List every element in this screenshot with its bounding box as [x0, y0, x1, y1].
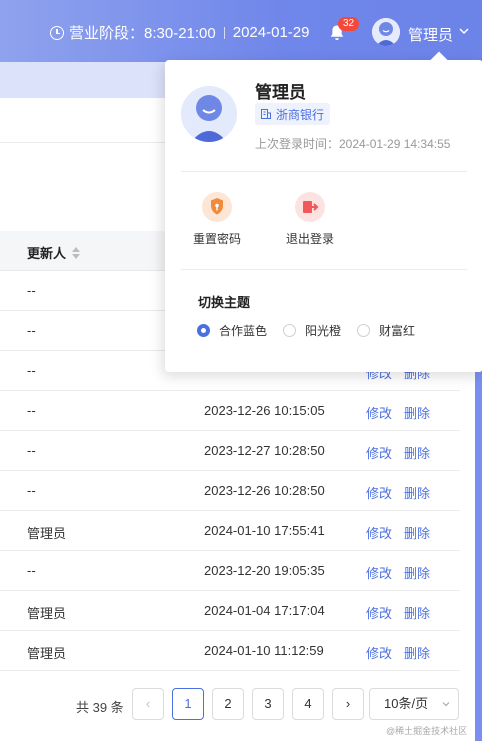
logout-icon [295, 192, 325, 222]
theme-option-label: 合作蓝色 [219, 324, 268, 338]
divider [181, 171, 467, 172]
radio-unchecked[interactable] [357, 324, 371, 337]
updater-cell: -- [27, 443, 36, 458]
column-updater[interactable]: 更新人 [27, 243, 81, 262]
edit-link[interactable]: 修改 [366, 443, 392, 462]
page-button-3[interactable]: 3 [252, 688, 284, 720]
theme-option-label: 阳光橙 [305, 324, 342, 338]
delete-link[interactable]: 删除 [404, 603, 430, 622]
theme-option-red[interactable]: 财富红 [357, 322, 415, 339]
page-button-4[interactable]: 4 [292, 688, 324, 720]
top-header: 营业阶段：8:30-21:00 2024-01-29 32 管理员 [0, 0, 482, 62]
divider [223, 26, 225, 39]
next-page-button[interactable]: › [332, 688, 364, 720]
edit-link[interactable]: 修改 [366, 483, 392, 502]
radio-checked[interactable] [197, 324, 210, 337]
dropdown-user-name: 管理员 [255, 83, 306, 102]
current-date: 2024-01-29 [232, 24, 310, 41]
delete-link[interactable]: 删除 [404, 483, 430, 502]
theme-option-orange[interactable]: 阳光橙 [283, 322, 341, 339]
update-time-cell: 2023-12-27 10:28:50 [204, 443, 325, 458]
logout-label: 退出登录 [285, 232, 334, 246]
prev-page-button[interactable]: ‹ [132, 688, 164, 720]
delete-link[interactable]: 删除 [404, 523, 430, 542]
updater-cell: 管理员 [27, 526, 67, 541]
sort-icon[interactable] [72, 246, 81, 260]
building-icon [261, 109, 271, 119]
page-size-value: 10条/页 [384, 696, 429, 711]
business-hours-label: 营业阶段：8:30-21:00 [69, 25, 216, 42]
theme-section-title: 切换主题 [198, 295, 251, 310]
chevron-down-icon[interactable] [459, 26, 469, 36]
clock-icon [50, 25, 64, 40]
update-time-cell: 2024-01-10 11:12:59 [204, 643, 324, 658]
watermark: @稀土掘金技术社区 [386, 726, 468, 736]
updater-cell: -- [27, 403, 36, 418]
table-row: -- 2023-12-27 10:28:50 修改 删除 [0, 431, 460, 471]
logout-button[interactable]: 退出登录 [280, 192, 340, 247]
page-size-select[interactable]: 10条/页 [369, 688, 459, 720]
radio-unchecked[interactable] [283, 324, 297, 337]
theme-option-blue[interactable]: 合作蓝色 [197, 322, 267, 339]
chevron-down-icon [442, 702, 450, 707]
edit-link[interactable]: 修改 [366, 643, 392, 662]
divider [181, 269, 467, 270]
edit-link[interactable]: 修改 [366, 603, 392, 622]
delete-link[interactable]: 删除 [404, 643, 430, 662]
updater-cell: 管理员 [27, 606, 67, 621]
table-row: -- 2023-12-26 10:15:05 修改 删除 [0, 391, 460, 431]
update-time-cell: 2023-12-26 10:15:05 [204, 403, 325, 418]
updater-cell: -- [27, 483, 36, 498]
updater-cell: -- [27, 323, 36, 338]
user-dropdown: 管理员 浙商银行 上次登录时间：2024-01-29 14:34:55 重置密码 [165, 51, 482, 372]
avatar [181, 86, 237, 142]
table-row: 管理员 2024-01-10 17:55:41 修改 删除 [0, 511, 460, 551]
avatar[interactable] [372, 18, 400, 46]
update-time-cell: 2024-01-10 17:55:41 [204, 523, 325, 538]
business-hours: 营业阶段：8:30-21:00 2024-01-29 [50, 22, 309, 43]
page-button-1[interactable]: 1 [172, 688, 204, 720]
notification-badge: 32 [338, 17, 360, 31]
shield-key-icon [202, 192, 232, 222]
pagination-total: 共 39 条 [76, 700, 124, 715]
table-row: -- 2023-12-26 10:28:50 修改 删除 [0, 471, 460, 511]
org-name: 浙商银行 [276, 107, 325, 122]
table-row: 管理员 2024-01-10 11:12:59 修改 删除 [0, 631, 460, 671]
last-login-time: 上次登录时间：2024-01-29 14:34:55 [255, 137, 451, 151]
table-row: -- 2023-12-20 19:05:35 修改 删除 [0, 551, 460, 591]
update-time-cell: 2023-12-26 10:28:50 [204, 483, 325, 498]
updater-cell: -- [27, 363, 36, 378]
edit-link[interactable]: 修改 [366, 523, 392, 542]
user-name[interactable]: 管理员 [408, 24, 453, 45]
updater-cell: 管理员 [27, 646, 67, 661]
update-time-cell: 2023-12-20 19:05:35 [204, 563, 325, 578]
updater-cell: -- [27, 283, 36, 298]
reset-password-button[interactable]: 重置密码 [187, 192, 247, 247]
edit-link[interactable]: 修改 [366, 563, 392, 582]
table-row: 管理员 2024-01-04 17:17:04 修改 删除 [0, 591, 460, 631]
updater-cell: -- [27, 563, 36, 578]
delete-link[interactable]: 删除 [404, 563, 430, 582]
avatar-icon [181, 86, 237, 142]
column-updater-label: 更新人 [27, 246, 67, 261]
page-button-2[interactable]: 2 [212, 688, 244, 720]
theme-radio-group: 合作蓝色 阳光橙 财富红 [197, 322, 431, 339]
edit-link[interactable]: 修改 [366, 403, 392, 422]
delete-link[interactable]: 删除 [404, 403, 430, 422]
avatar-icon [372, 18, 400, 46]
org-tag: 浙商银行 [255, 103, 331, 125]
update-time-cell: 2024-01-04 17:17:04 [204, 603, 325, 618]
delete-link[interactable]: 删除 [404, 443, 430, 462]
reset-password-label: 重置密码 [192, 232, 241, 246]
theme-option-label: 财富红 [379, 324, 416, 338]
